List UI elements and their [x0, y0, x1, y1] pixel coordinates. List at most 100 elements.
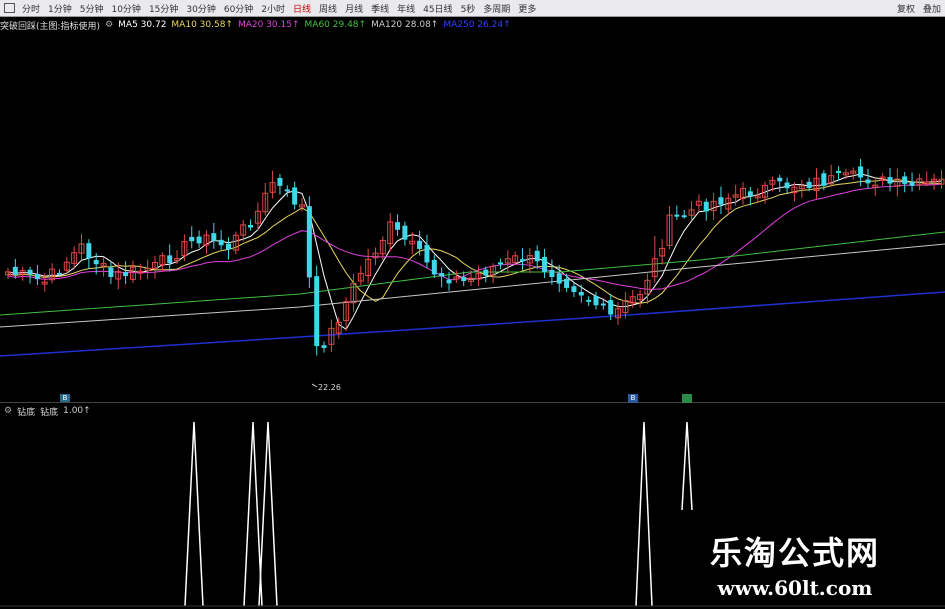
period-tab[interactable]: 日线 — [289, 2, 315, 15]
candle-body — [56, 272, 62, 275]
sub-indicator-value: 1.00↑ — [63, 406, 91, 416]
candle-body — [865, 179, 871, 184]
candle-body — [248, 224, 254, 228]
price-low-label: 22.26 — [318, 383, 341, 392]
candle-body — [34, 273, 40, 280]
signal-marker-3 — [682, 394, 692, 403]
candle-body — [600, 303, 606, 306]
signal-subchart[interactable] — [0, 418, 945, 609]
signal-spike — [681, 421, 693, 511]
candle-body — [784, 182, 790, 189]
candle-body — [534, 250, 540, 262]
candle-body — [497, 262, 503, 265]
candle-body — [520, 259, 525, 262]
candle-body — [549, 269, 555, 278]
candle-body — [226, 243, 231, 250]
candle-body — [211, 233, 217, 241]
candle-body — [483, 269, 489, 276]
period-tab[interactable]: 年线 — [393, 2, 419, 15]
gear-icon[interactable]: ⚙ — [4, 406, 12, 416]
candle-body — [806, 181, 812, 189]
period-tab[interactable]: 60分钟 — [220, 2, 257, 15]
candle-body — [86, 243, 92, 259]
candle-body — [123, 272, 129, 277]
pane-divider[interactable] — [0, 402, 945, 403]
candle-body — [821, 173, 827, 186]
sub-indicator-series: 钻底 — [40, 407, 59, 418]
candle-body — [542, 256, 548, 272]
signal-marker-2: B — [628, 394, 638, 403]
gear-icon[interactable]: ⚙ — [105, 20, 113, 30]
candle-body — [718, 197, 724, 205]
candle-body — [439, 273, 445, 277]
period-tab[interactable]: 分时 — [18, 2, 44, 15]
ma120-line — [0, 243, 945, 328]
candle-body — [446, 279, 452, 284]
candle-body — [461, 276, 467, 282]
candle-body — [189, 236, 195, 242]
period-tab[interactable]: 2小时 — [257, 2, 289, 15]
candle-body — [674, 214, 680, 217]
signal-spike — [635, 421, 653, 607]
candle-body — [556, 273, 562, 284]
toolbar-right-item[interactable]: 复权 — [893, 2, 919, 15]
candle-body — [27, 269, 33, 275]
candle-body — [417, 240, 423, 250]
candle-body — [292, 187, 298, 205]
indicator-title[interactable]: 突破回踩(主图:指标使用) — [0, 19, 100, 32]
candle-body — [747, 191, 753, 197]
toolbar-right-item[interactable]: 叠加 — [919, 2, 945, 15]
candle-body — [593, 296, 599, 306]
ma5-label: MA5 30.72 — [118, 20, 167, 30]
candle-body — [12, 266, 18, 275]
candle-body — [277, 177, 283, 186]
candle-body — [858, 166, 864, 178]
candle-body — [703, 201, 709, 212]
candle-body — [424, 244, 430, 263]
period-tab[interactable]: 5分钟 — [76, 2, 108, 15]
period-tab[interactable]: 45日线 — [419, 2, 456, 15]
sub-indicator-legend: ⚙ 钻底 钻底 1.00↑ — [4, 404, 96, 418]
candle-body — [902, 176, 908, 184]
period-tab[interactable]: 季线 — [367, 2, 393, 15]
price-low-pointer — [311, 383, 318, 388]
candle-body — [218, 239, 224, 246]
candle-body — [836, 170, 842, 174]
candle-body — [108, 267, 114, 277]
ma10-label: MA10 30.58↑ — [171, 20, 233, 30]
ma60-label: MA60 29.48↑ — [304, 20, 367, 30]
ma250-line — [0, 291, 945, 357]
window-icon[interactable] — [4, 3, 15, 13]
period-tab[interactable]: 周线 — [315, 2, 341, 15]
ma-legend: 突破回踩(主图:指标使用) ⚙ MA5 30.72 MA10 30.58↑ MA… — [0, 18, 516, 32]
period-tab[interactable]: 更多 — [514, 2, 540, 15]
candle-body — [681, 215, 687, 218]
candle-body — [608, 300, 614, 315]
period-tab[interactable]: 15分钟 — [145, 2, 182, 15]
signal-spike — [184, 421, 204, 607]
candle-body — [887, 177, 893, 184]
period-toolbar: 分时 1分钟 5分钟 10分钟 15分钟 30分钟 60分钟 2小时 日线 周线 月线 季线 年线 45日… — [0, 0, 945, 17]
period-tab[interactable]: 5秒 — [457, 2, 480, 15]
candle-body — [777, 177, 783, 182]
candle-body — [578, 292, 584, 296]
period-tab[interactable]: 1分钟 — [44, 2, 76, 15]
candle-body — [196, 236, 202, 244]
candle-body — [167, 255, 173, 264]
candle-body — [314, 276, 320, 347]
candle-body — [586, 299, 592, 302]
sub-indicator-name[interactable]: 钻底 — [17, 405, 35, 418]
period-tab[interactable]: 30分钟 — [182, 2, 219, 15]
ma20-label: MA20 30.15↑ — [237, 20, 300, 30]
ma250-label: MA250 26.24↑ — [443, 20, 511, 30]
period-tab[interactable]: 多周期 — [479, 2, 514, 15]
candle-body — [321, 345, 327, 348]
candle-body — [402, 225, 408, 240]
period-tab[interactable]: 10分钟 — [107, 2, 144, 15]
candle-body — [93, 260, 99, 265]
candlestick-chart[interactable]: 22.26 — [0, 32, 945, 402]
period-tab[interactable]: 月线 — [341, 2, 367, 15]
period-tabs: 分时 1分钟 5分钟 10分钟 15分钟 30分钟 60分钟 2小时 日线 周线 月线 季线 年线 45日… — [18, 2, 540, 15]
candle-body — [909, 181, 915, 186]
candle-body — [395, 222, 401, 230]
